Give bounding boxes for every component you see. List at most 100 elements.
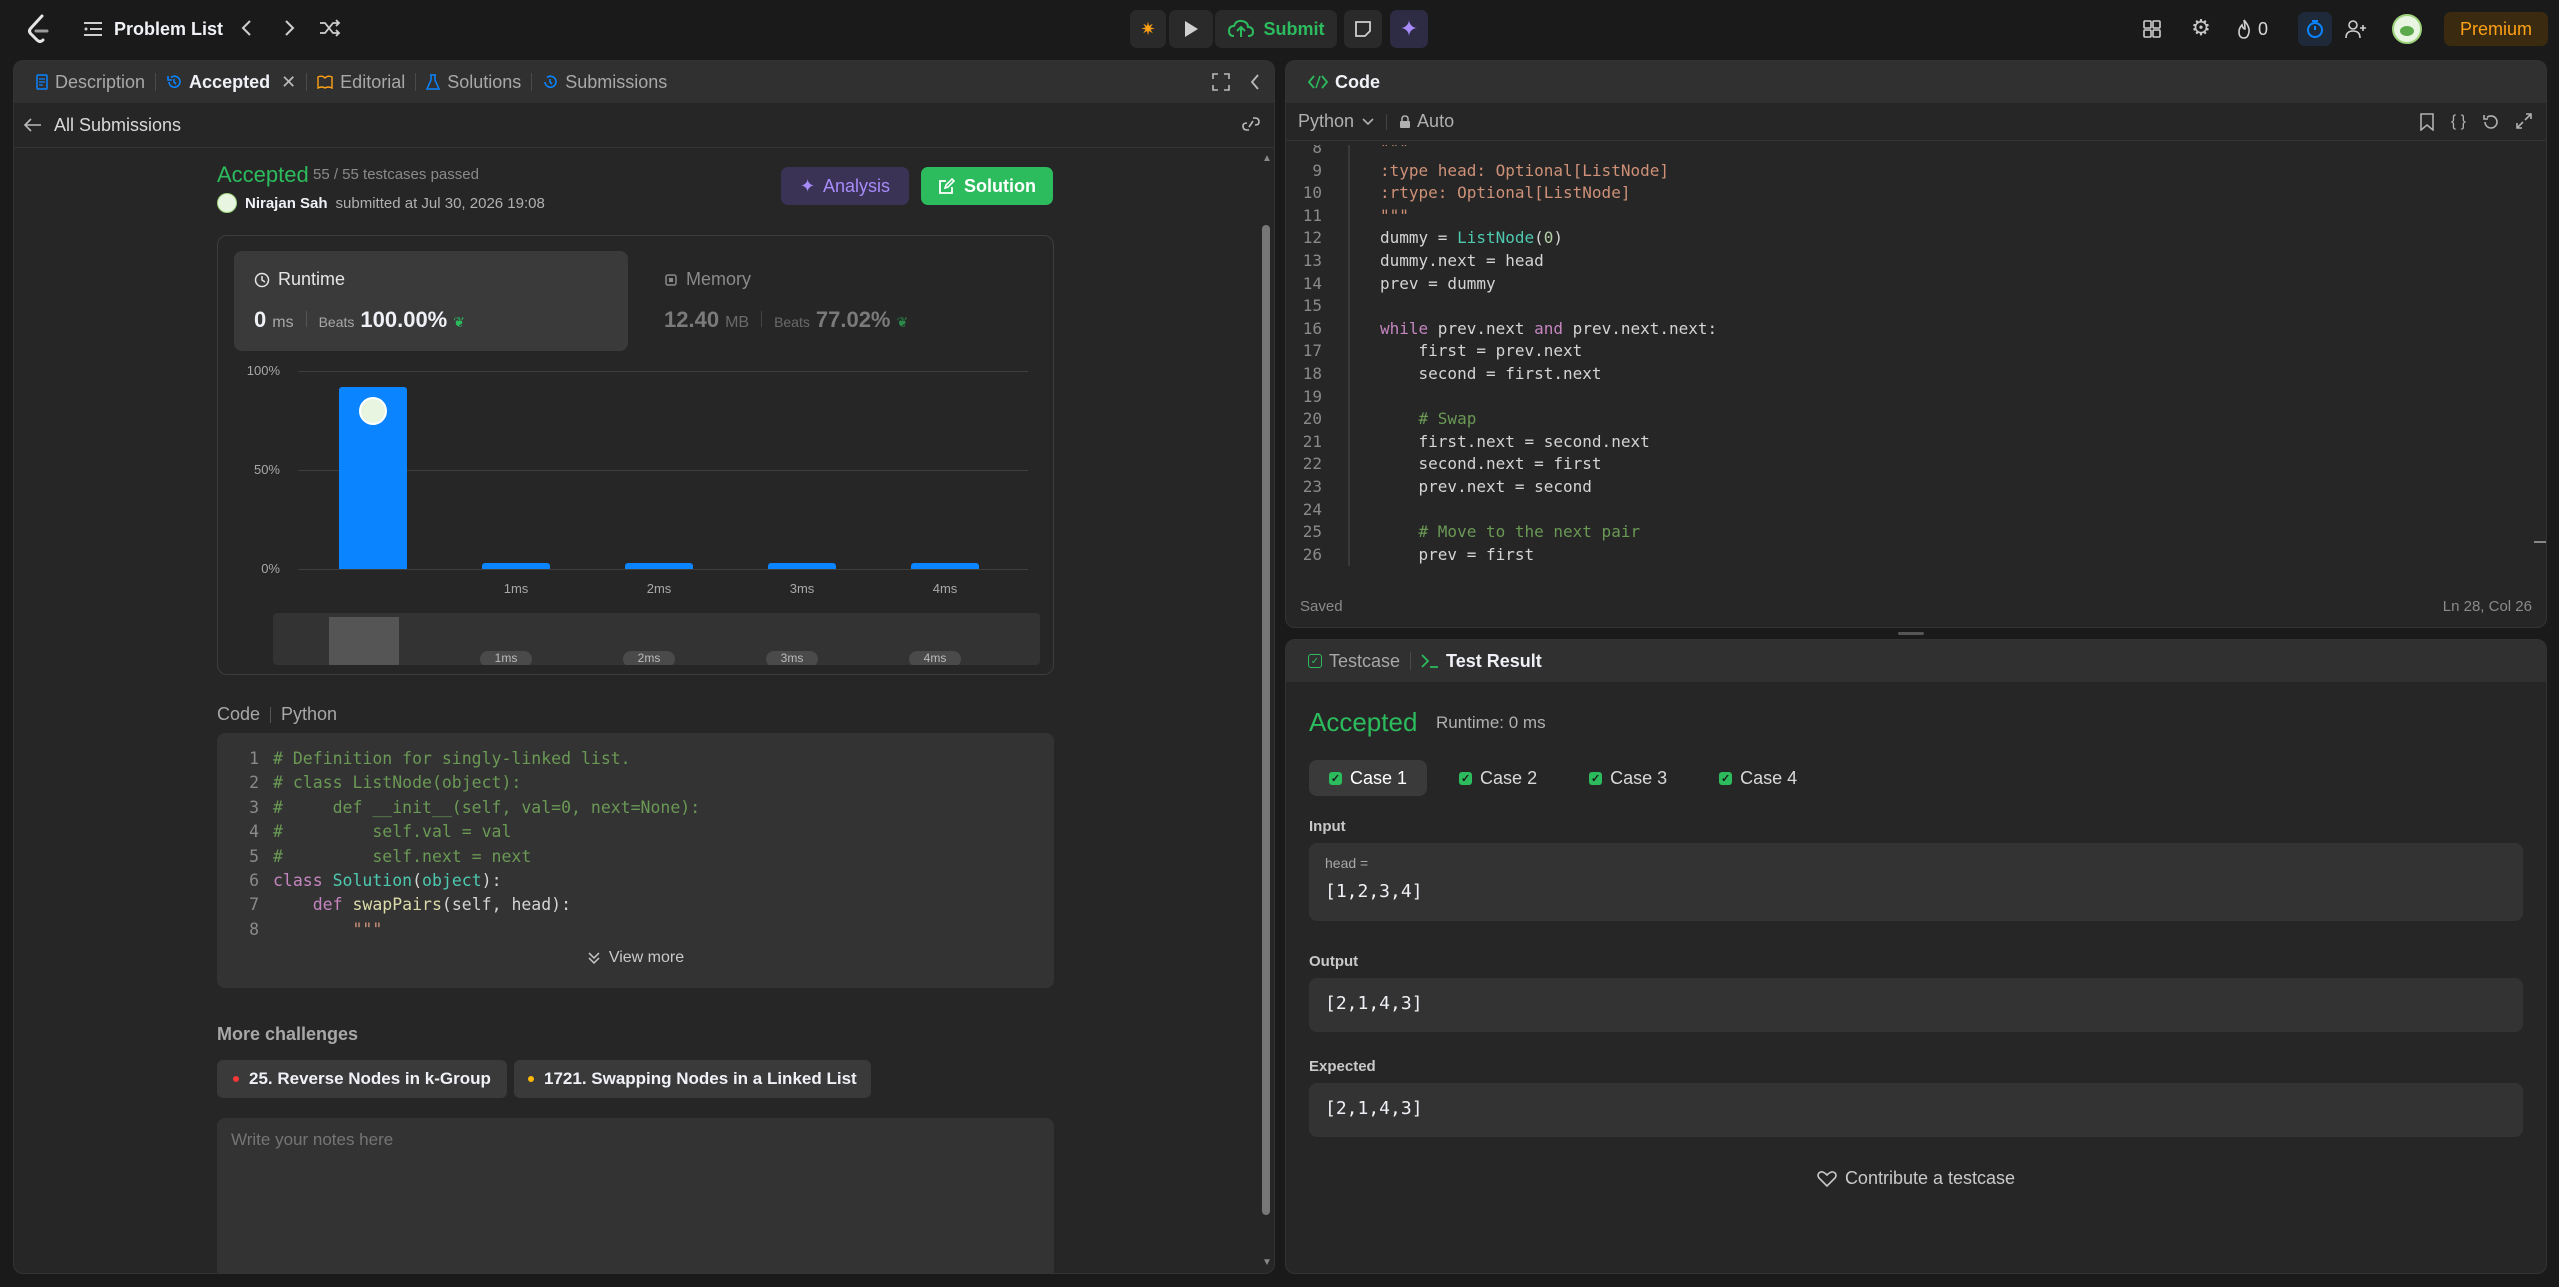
submitter-name[interactable]: Nirajan Sah: [245, 195, 328, 212]
braces-format-icon[interactable]: { }: [2451, 113, 2466, 131]
save-status: Saved: [1300, 597, 1343, 615]
reset-icon[interactable]: [2482, 113, 2500, 131]
expected-box[interactable]: [2,1,4,3]: [1309, 1083, 2523, 1137]
line-number: 24: [1302, 499, 1322, 519]
line-number: 6: [249, 870, 259, 890]
settings-gear-icon[interactable]: ⚙: [2189, 15, 2213, 40]
code-editor-area[interactable]: 8 """ 9:type head: Optional[ListNode] 10:rt…: [1286, 145, 2546, 573]
maximize-icon[interactable]: [1212, 73, 1230, 96]
notes-textarea[interactable]: [217, 1118, 1054, 1273]
all-submissions-link[interactable]: All Submissions: [24, 113, 181, 137]
panel-scrollbar[interactable]: ▲ ▼: [1261, 153, 1272, 1268]
input-variable-name: head =: [1325, 855, 1369, 871]
line-number: 8: [1312, 145, 1322, 157]
x-tick-label: 3ms: [789, 581, 815, 596]
ai-assist-button[interactable]: ✦: [1390, 10, 1428, 48]
premium-button[interactable]: Premium: [2444, 12, 2548, 46]
line-text: # Swap: [1418, 409, 1477, 429]
premium-label: Premium: [2459, 18, 2532, 39]
tab-test-result[interactable]: Test Result: [1411, 640, 1552, 682]
case-tab-2[interactable]: ✓ Case 2: [1439, 760, 1557, 796]
chart-bar[interactable]: [482, 563, 550, 569]
auto-mode-toggle[interactable]: Auto: [1399, 111, 1454, 132]
layout-icon[interactable]: [2140, 17, 2164, 41]
solution-button[interactable]: Solution: [921, 167, 1053, 205]
debug-button[interactable]: ✷: [1130, 10, 1166, 48]
case-tab-4[interactable]: ✓ Case 4: [1699, 760, 1817, 796]
collapse-chevron-icon[interactable]: [1250, 73, 1260, 96]
line-text: prev.next = second: [1380, 476, 1592, 496]
edit-icon: [939, 177, 956, 194]
chevron-right-icon[interactable]: [280, 15, 300, 41]
chart-bar[interactable]: [911, 563, 979, 569]
leetcode-logo[interactable]: [26, 14, 52, 44]
language-select[interactable]: Python: [1298, 111, 1374, 132]
challenge-label: 1721. Swapping Nodes in a Linked List: [544, 1069, 857, 1088]
close-tab-icon[interactable]: ✕: [281, 72, 296, 93]
view-more-button[interactable]: View more: [217, 949, 1054, 967]
contribute-testcase-button[interactable]: Contribute a testcase: [1286, 1168, 2546, 1189]
scrollbar-thumb[interactable]: [1262, 225, 1270, 1215]
submit-button[interactable]: Submit: [1215, 10, 1337, 48]
editor-line: 17 first = prev.next: [1286, 340, 1717, 363]
input-box[interactable]: head = [1,2,3,4]: [1309, 843, 2523, 921]
tab-accepted[interactable]: Accepted ✕: [156, 61, 306, 103]
line-text: # self.next = next: [273, 846, 532, 866]
case-tab-1[interactable]: ✓ Case 1: [1309, 760, 1428, 796]
challenge-label: 25. Reverse Nodes in k-Group: [249, 1069, 491, 1088]
challenge-chip[interactable]: 25. Reverse Nodes in k-Group: [217, 1060, 507, 1098]
analysis-button[interactable]: ✦ Analysis: [781, 167, 909, 205]
problem-list-button[interactable]: Problem List: [84, 16, 223, 42]
tab-testcase[interactable]: ✓ Testcase: [1298, 640, 1410, 682]
minimap-selection[interactable]: [329, 617, 399, 665]
minimap-tick-label: 1ms: [480, 651, 532, 665]
chart-bar[interactable]: [339, 386, 407, 569]
tab-editorial[interactable]: Editorial: [307, 61, 415, 103]
tab-description[interactable]: Description: [26, 61, 155, 103]
chart-gridline: [298, 371, 1028, 372]
tab-code[interactable]: Code: [1298, 61, 1390, 103]
chart-minimap[interactable]: 1ms 2ms 3ms 4ms: [273, 613, 1040, 665]
run-button[interactable]: [1169, 10, 1213, 48]
runtime-distribution-chart[interactable]: 100% 50% 0% 1ms 2ms 3ms 4ms 1ms 2ms 3ms 4ms: [218, 236, 1055, 676]
chart-bar[interactable]: [625, 563, 693, 569]
tab-submissions[interactable]: Submissions: [532, 61, 677, 103]
test-result-panel: ✓ Testcase Test Result Accepted Runtime:…: [1285, 639, 2547, 1274]
link-icon[interactable]: [1240, 115, 1262, 138]
code-line: 8 """: [237, 918, 700, 942]
expected-label: Expected: [1309, 1058, 1376, 1075]
shuffle-icon[interactable]: [318, 16, 342, 40]
streak-counter[interactable]: 0: [2236, 16, 2268, 42]
editor-toolbar: Python Auto { }: [1286, 103, 2546, 141]
timer-button[interactable]: [2298, 12, 2332, 46]
output-box[interactable]: [2,1,4,3]: [1309, 978, 2523, 1032]
case-tab-3[interactable]: ✓ Case 3: [1569, 760, 1687, 796]
tab-solutions[interactable]: Solutions: [416, 61, 531, 103]
y-tick-label: 50%: [253, 462, 280, 477]
add-user-icon[interactable]: [2343, 17, 2369, 41]
line-number: 12: [1302, 228, 1322, 248]
panel-resize-handle[interactable]: [1898, 632, 1924, 635]
line-number: 4: [249, 822, 259, 842]
submitted-code-block[interactable]: 1 # Definition for singly-linked list. 2 # …: [217, 733, 1054, 988]
challenge-chip[interactable]: 1721. Swapping Nodes in a Linked List: [514, 1060, 871, 1098]
double-chevron-down-icon: [588, 952, 600, 965]
expand-icon[interactable]: [2516, 113, 2532, 129]
chart-bar[interactable]: [768, 563, 836, 569]
user-avatar[interactable]: [2392, 14, 2422, 44]
bookmark-icon[interactable]: [2419, 113, 2435, 131]
notes-button[interactable]: [1344, 10, 1382, 48]
submit-label: Submit: [1263, 18, 1325, 39]
tab-description-label: Description: [55, 71, 146, 92]
editor-line: 26 prev = first: [1286, 543, 1717, 567]
line-text: """: [273, 919, 383, 939]
check-icon: ✓: [1329, 771, 1342, 785]
chart-gridline: [298, 470, 1028, 471]
y-tick-label: 100%: [246, 363, 280, 378]
chevron-left-icon[interactable]: [236, 15, 256, 41]
test-tab-bar: ✓ Testcase Test Result: [1286, 640, 2546, 682]
editor-line: 8 """: [1286, 145, 1717, 160]
line-number: 17: [1302, 341, 1322, 361]
line-text: first = prev.next: [1380, 341, 1583, 361]
x-tick-label: 1ms: [503, 581, 529, 596]
